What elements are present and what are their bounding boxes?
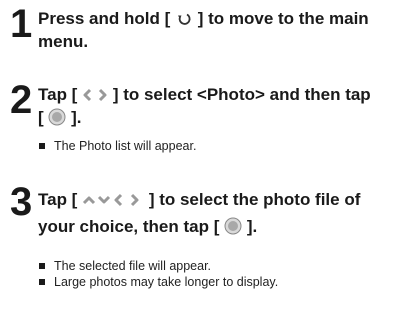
step-number: 3 (10, 180, 33, 224)
step-text-part: Tap [ (38, 190, 78, 209)
bullet-list: The Photo list will appear. (38, 138, 196, 154)
step-text-part: [ (38, 108, 44, 127)
step-text-part: menu. (38, 32, 89, 51)
step-text-part: ] to move to the main (197, 9, 369, 28)
list-item: Large photos may take longer to display. (38, 274, 278, 290)
left-right-arrows-icon (82, 86, 108, 109)
back-arrow-icon (175, 10, 193, 33)
bullet-list: The selected file will appear. Large pho… (38, 258, 278, 290)
step-text-part: Press and hold [ (38, 9, 171, 28)
select-button-icon (48, 108, 66, 132)
step-number: 1 (10, 2, 33, 46)
list-item: The Photo list will appear. (38, 138, 196, 154)
up-down-left-right-arrows-icon (82, 191, 144, 214)
list-item: The selected file will appear. (38, 258, 278, 274)
step-text-part: ] to select <Photo> and then tap (112, 85, 371, 104)
step-text-part: ] to select the photo file of (148, 190, 361, 209)
step-text-part: your choice, then tap [ (38, 217, 220, 236)
step-text-part: Tap [ (38, 85, 78, 104)
step-number: 2 (10, 78, 33, 122)
step-text-part: ]. (71, 108, 82, 127)
step-text: Press and hold [ ] to move to the main m… (38, 7, 369, 53)
step-text-part: ]. (246, 217, 258, 236)
select-button-icon (224, 217, 242, 241)
step-text: Tap [ ] to select <Photo> and then tap [… (38, 83, 371, 129)
step-text: Tap [ ] to select the photo file of your… (38, 188, 360, 238)
